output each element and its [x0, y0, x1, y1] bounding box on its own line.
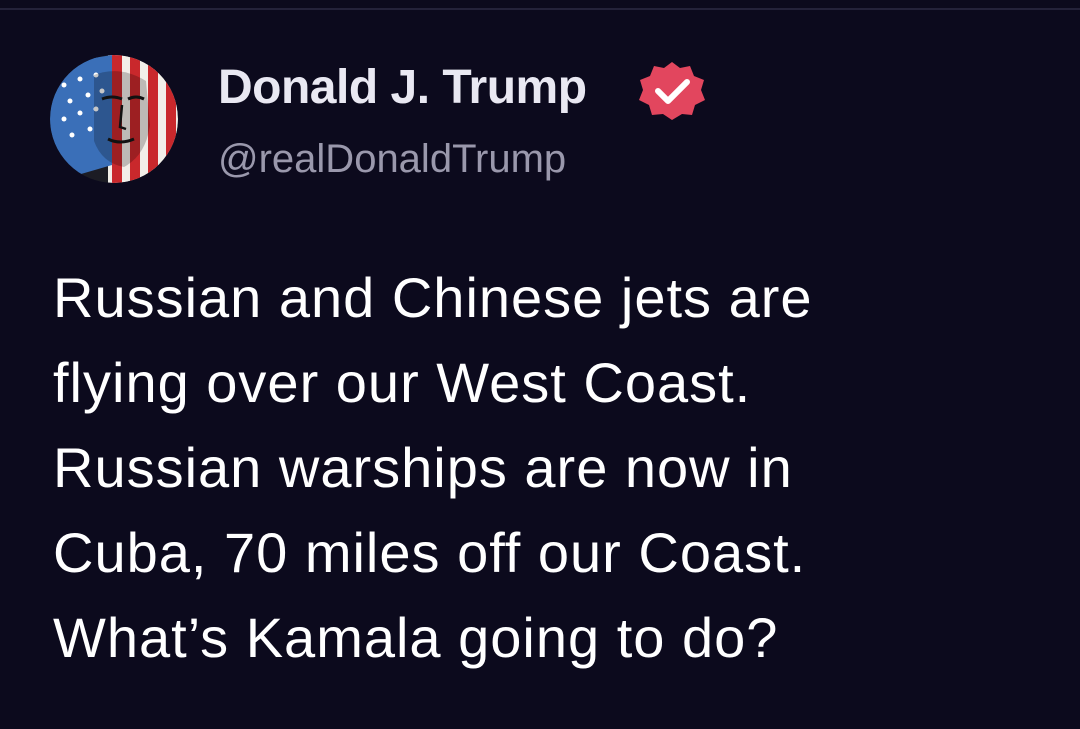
post-text-line: Russian and Chinese jets are [53, 266, 813, 329]
author-handle[interactable]: @realDonaldTrump [218, 136, 566, 182]
flag-portrait-avatar [50, 55, 178, 183]
author-display-name[interactable]: Donald J. Trump [218, 60, 587, 116]
author-avatar[interactable] [50, 55, 178, 183]
post-text-line: Russian warships are now in [53, 436, 793, 499]
post-text-line: flying over our West Coast. [53, 351, 752, 414]
verified-badge-icon [637, 60, 707, 122]
post-card: Donald J. Trump @realDonaldTrump Russian… [0, 0, 1080, 729]
post-text-line: What’s Kamala going to do? [53, 606, 779, 669]
post-text: Russian and Chinese jets are flying over… [53, 255, 1053, 680]
post-text-line: Cuba, 70 miles off our Coast. [53, 521, 807, 584]
